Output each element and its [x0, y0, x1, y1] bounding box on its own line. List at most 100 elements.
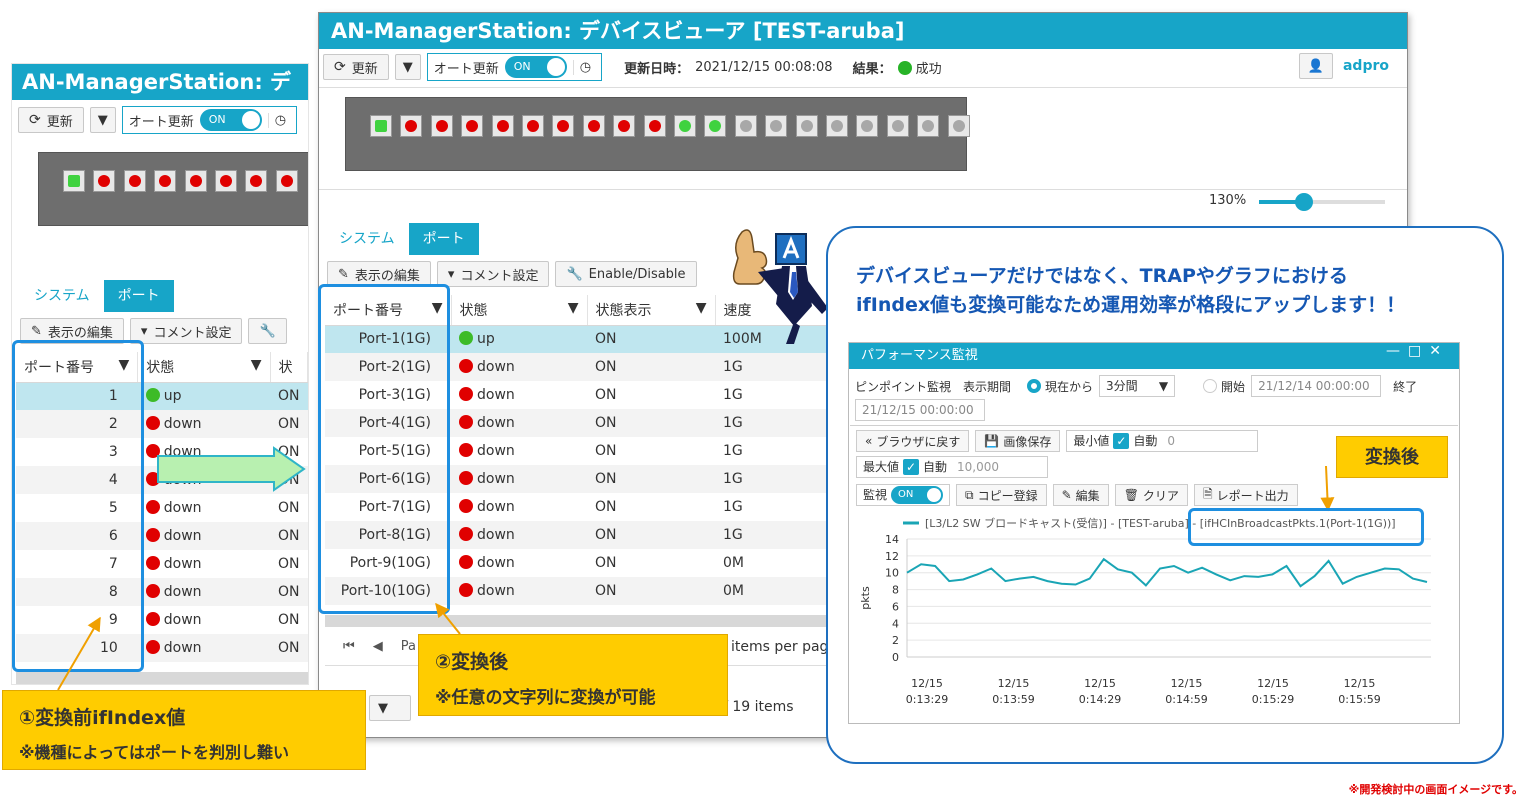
radio-start[interactable]: 開始	[1203, 378, 1245, 395]
device-port-led[interactable]	[886, 115, 909, 137]
auto-update-toggle[interactable]: ON	[504, 56, 567, 78]
status-text: up	[163, 388, 182, 405]
clock-icon[interactable]: ◷	[572, 59, 597, 75]
monitor-toggle[interactable]: ON	[891, 486, 944, 504]
user-name[interactable]: adpro	[1343, 58, 1389, 74]
max-auto-checkbox[interactable]: ✓	[903, 459, 920, 475]
first-page-icon[interactable]: ⏮	[343, 639, 355, 654]
prev-page-icon[interactable]: ◀	[373, 639, 383, 654]
x-tick-label: 12/15	[998, 677, 1030, 690]
back-auto-update[interactable]: オート更新 ON ◷	[121, 106, 298, 134]
device-port-led[interactable]	[215, 170, 237, 192]
status-text: down	[163, 584, 202, 600]
back-tab-system[interactable]: システム	[20, 280, 104, 312]
device-port-led[interactable]	[370, 115, 392, 137]
refresh-button[interactable]: ⟳ 更新	[323, 54, 389, 80]
auto-update[interactable]: オート更新 ON ◷	[426, 53, 603, 81]
device-port-led[interactable]	[582, 115, 605, 137]
device-port-led[interactable]	[184, 170, 207, 192]
status-down-icon	[145, 500, 160, 514]
pencil-icon: ✎	[338, 266, 349, 282]
arrow-right-icon	[157, 446, 306, 492]
filter-icon: ▼	[567, 299, 579, 316]
back-wrench-button[interactable]: 🔧	[248, 318, 287, 344]
status-text: down	[477, 359, 515, 375]
clock-icon[interactable]: ◷	[267, 112, 292, 128]
close-icon[interactable]: ✕	[1429, 343, 1449, 359]
device-port-led[interactable]	[917, 115, 940, 137]
tab-port[interactable]: ポート	[408, 223, 479, 255]
back-tab-port[interactable]: ポート	[103, 280, 174, 312]
device-port-led[interactable]	[400, 115, 423, 137]
device-port-led[interactable]	[674, 115, 696, 137]
clear-button[interactable]: 🗑 クリア	[1114, 484, 1188, 506]
save-image-button[interactable]: 💾 画像保存	[975, 430, 1061, 452]
status-text: down	[477, 555, 515, 571]
device-port-led[interactable]	[461, 115, 484, 137]
tab-system[interactable]: システム	[325, 223, 409, 255]
device-port-led[interactable]	[704, 115, 727, 137]
device-port-led[interactable]	[734, 115, 757, 137]
back-to-browser-button[interactable]: «ブラウザに戻す	[856, 430, 970, 452]
device-port-led[interactable]	[430, 115, 453, 137]
device-port-led[interactable]	[63, 170, 85, 192]
status-text: down	[163, 416, 202, 432]
status-ok-icon	[897, 60, 912, 75]
device-port-led[interactable]	[765, 115, 788, 137]
device-port-led[interactable]	[552, 115, 575, 137]
caret-down-icon: ▾	[140, 323, 148, 339]
enable-disable-button[interactable]: 🔧 Enable/Disable	[555, 261, 697, 287]
back-comment-button[interactable]: ▾ コメント設定	[129, 318, 243, 344]
device-port-led[interactable]	[491, 115, 514, 137]
user-icon[interactable]: 👤	[1298, 53, 1333, 79]
maximize-icon[interactable]: □	[1408, 343, 1429, 359]
end-date-input[interactable]: 21/12/15 00:00:00	[855, 399, 985, 421]
min-auto-checkbox[interactable]: ✓	[1113, 433, 1130, 449]
x-tick-label: 0:14:29	[1079, 693, 1121, 706]
minimize-icon[interactable]: —	[1386, 343, 1408, 359]
device-port-led[interactable]	[947, 115, 970, 137]
back-refresh-button[interactable]: ⟳ 更新	[18, 107, 84, 133]
device-port-led[interactable]	[522, 115, 544, 137]
copy-register-button[interactable]: ⧉ コピー登録	[956, 484, 1047, 506]
device-port-led[interactable]	[245, 170, 268, 192]
refresh-dropdown[interactable]: ▼	[394, 54, 421, 80]
display-value: ON	[278, 500, 300, 516]
x-tick-label: 12/15	[1257, 677, 1289, 690]
zoom-value: 130%	[1209, 193, 1247, 208]
max-value-group: 最大値 ✓ 自動 10,000	[856, 456, 1048, 478]
comment-button[interactable]: ▾ コメント設定	[436, 261, 550, 287]
back-refresh-dropdown[interactable]: ▼	[89, 107, 116, 133]
zoom-slider[interactable]	[1259, 193, 1385, 211]
col-display[interactable]: 状態表示 ▼	[587, 295, 716, 326]
y-tick-label: 10	[885, 567, 899, 580]
device-port-led[interactable]	[613, 115, 636, 137]
status-down-icon	[145, 612, 160, 626]
filter-icon: ▼	[250, 356, 262, 373]
radio-from-now[interactable]: 現在から	[1027, 378, 1093, 395]
monitor-group: 監視 ON	[856, 484, 951, 506]
start-date-input[interactable]: 21/12/14 00:00:00	[1251, 375, 1382, 397]
device-port-led[interactable]	[856, 115, 879, 137]
back-col-status[interactable]: 状態 ▼	[137, 352, 271, 383]
display-value: ON	[595, 499, 617, 515]
device-port-led[interactable]	[826, 115, 848, 137]
page-size-dropdown[interactable]: ▼	[369, 695, 411, 721]
device-port-led[interactable]	[123, 170, 146, 192]
device-port-led[interactable]	[275, 170, 298, 192]
back-col-disp[interactable]: 状	[270, 352, 308, 383]
device-port-led[interactable]	[643, 115, 666, 137]
status-down-icon	[459, 555, 473, 569]
back-scrollbar[interactable]	[16, 672, 308, 684]
device-port-led[interactable]	[795, 115, 818, 137]
col-status[interactable]: 状態 ▼	[451, 295, 588, 326]
back-auto-update-toggle[interactable]: ON	[199, 109, 262, 131]
edit-button[interactable]: ✎ 編集	[1052, 484, 1109, 506]
device-port-led[interactable]	[154, 170, 177, 192]
duration-select[interactable]: 3分間 ▼	[1099, 375, 1176, 397]
report-output-button[interactable]: 🗎 レポート出力	[1193, 484, 1298, 506]
zoom-slider-handle[interactable]	[1295, 193, 1314, 211]
table-scrollbar[interactable]	[325, 615, 845, 627]
device-port-led[interactable]	[93, 170, 116, 192]
status-down-icon	[145, 528, 160, 542]
